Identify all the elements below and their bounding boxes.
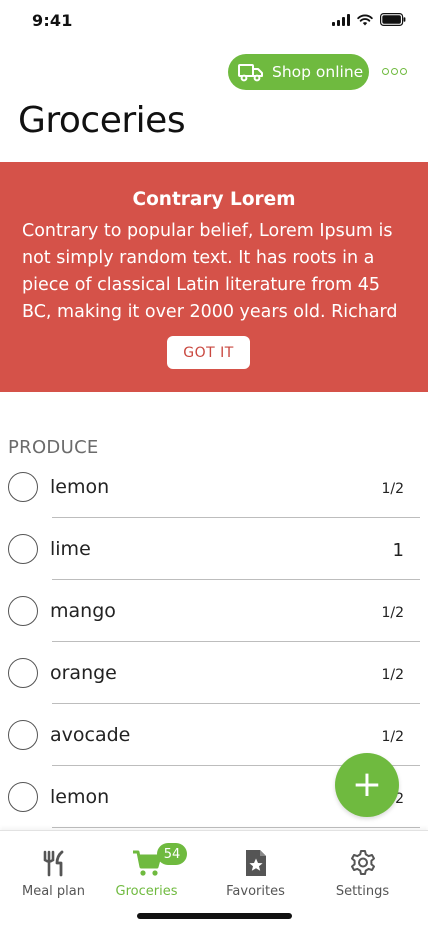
- item-name: mango: [50, 600, 116, 622]
- item-quantity: 1/2: [381, 729, 404, 745]
- more-options-icon[interactable]: [382, 62, 410, 80]
- signal-icon: [332, 13, 350, 26]
- list-item[interactable]: lime 1: [0, 526, 428, 588]
- cart-count-badge: 54: [157, 843, 187, 865]
- tab-label: Meal plan: [22, 884, 85, 899]
- item-quantity: 1/2: [381, 667, 404, 683]
- item-quantity: 1/2: [381, 481, 404, 497]
- add-item-button[interactable]: +: [335, 753, 399, 817]
- truck-icon: [238, 64, 263, 82]
- home-indicator: [137, 913, 292, 919]
- checkbox-circle[interactable]: [8, 472, 38, 502]
- checkbox-circle[interactable]: [8, 658, 38, 688]
- tab-groceries[interactable]: Groceries: [93, 831, 200, 907]
- status-icons: [332, 13, 406, 26]
- tab-label: Groceries: [115, 884, 178, 899]
- status-bar: 9:41: [0, 0, 428, 44]
- banner-text: Contrary to popular belief, Lorem Ipsum …: [22, 221, 398, 322]
- got-it-button[interactable]: GOT IT: [167, 336, 250, 369]
- checkbox-circle[interactable]: [8, 534, 38, 564]
- item-quantity: 1: [392, 540, 404, 561]
- item-name: lemon: [50, 476, 110, 498]
- favorite-doc-icon: [245, 850, 266, 876]
- checkbox-circle[interactable]: [8, 782, 38, 812]
- page-title: Groceries: [18, 100, 186, 141]
- item-quantity: 1/2: [381, 605, 404, 621]
- item-name: lemon: [50, 786, 110, 808]
- fork-knife-icon: [43, 850, 63, 877]
- wifi-icon: [357, 14, 373, 25]
- promo-banner: Contrary Lorem Contrary to popular belie…: [0, 162, 428, 392]
- tab-bar: Meal plan Groceries 54 Favorites Setting…: [0, 830, 428, 926]
- checkbox-circle[interactable]: [8, 596, 38, 626]
- shop-online-button[interactable]: Shop online: [228, 54, 369, 90]
- checkbox-circle[interactable]: [8, 720, 38, 750]
- divider: [52, 579, 420, 580]
- tab-settings[interactable]: Settings: [309, 831, 416, 907]
- divider: [52, 641, 420, 642]
- list-item[interactable]: lemon 1/2: [0, 464, 428, 526]
- battery-icon: [380, 13, 406, 26]
- status-time: 9:41: [32, 11, 73, 30]
- item-name: orange: [50, 662, 117, 684]
- gear-icon: [350, 850, 375, 875]
- list-item[interactable]: mango 1/2: [0, 588, 428, 650]
- item-name: avocade: [50, 724, 131, 746]
- divider: [52, 517, 420, 518]
- tab-favorites[interactable]: Favorites: [202, 831, 309, 907]
- tab-meal-plan[interactable]: Meal plan: [0, 831, 107, 907]
- divider: [52, 703, 420, 704]
- list-item[interactable]: orange 1/2: [0, 650, 428, 712]
- shop-online-label: Shop online: [272, 63, 364, 81]
- divider: [52, 827, 420, 828]
- item-name: lime: [50, 538, 91, 560]
- tab-label: Favorites: [226, 884, 285, 899]
- tab-label: Settings: [335, 884, 390, 899]
- section-header-produce: PRODUCE: [8, 437, 99, 458]
- banner-title: Contrary Lorem: [132, 189, 296, 210]
